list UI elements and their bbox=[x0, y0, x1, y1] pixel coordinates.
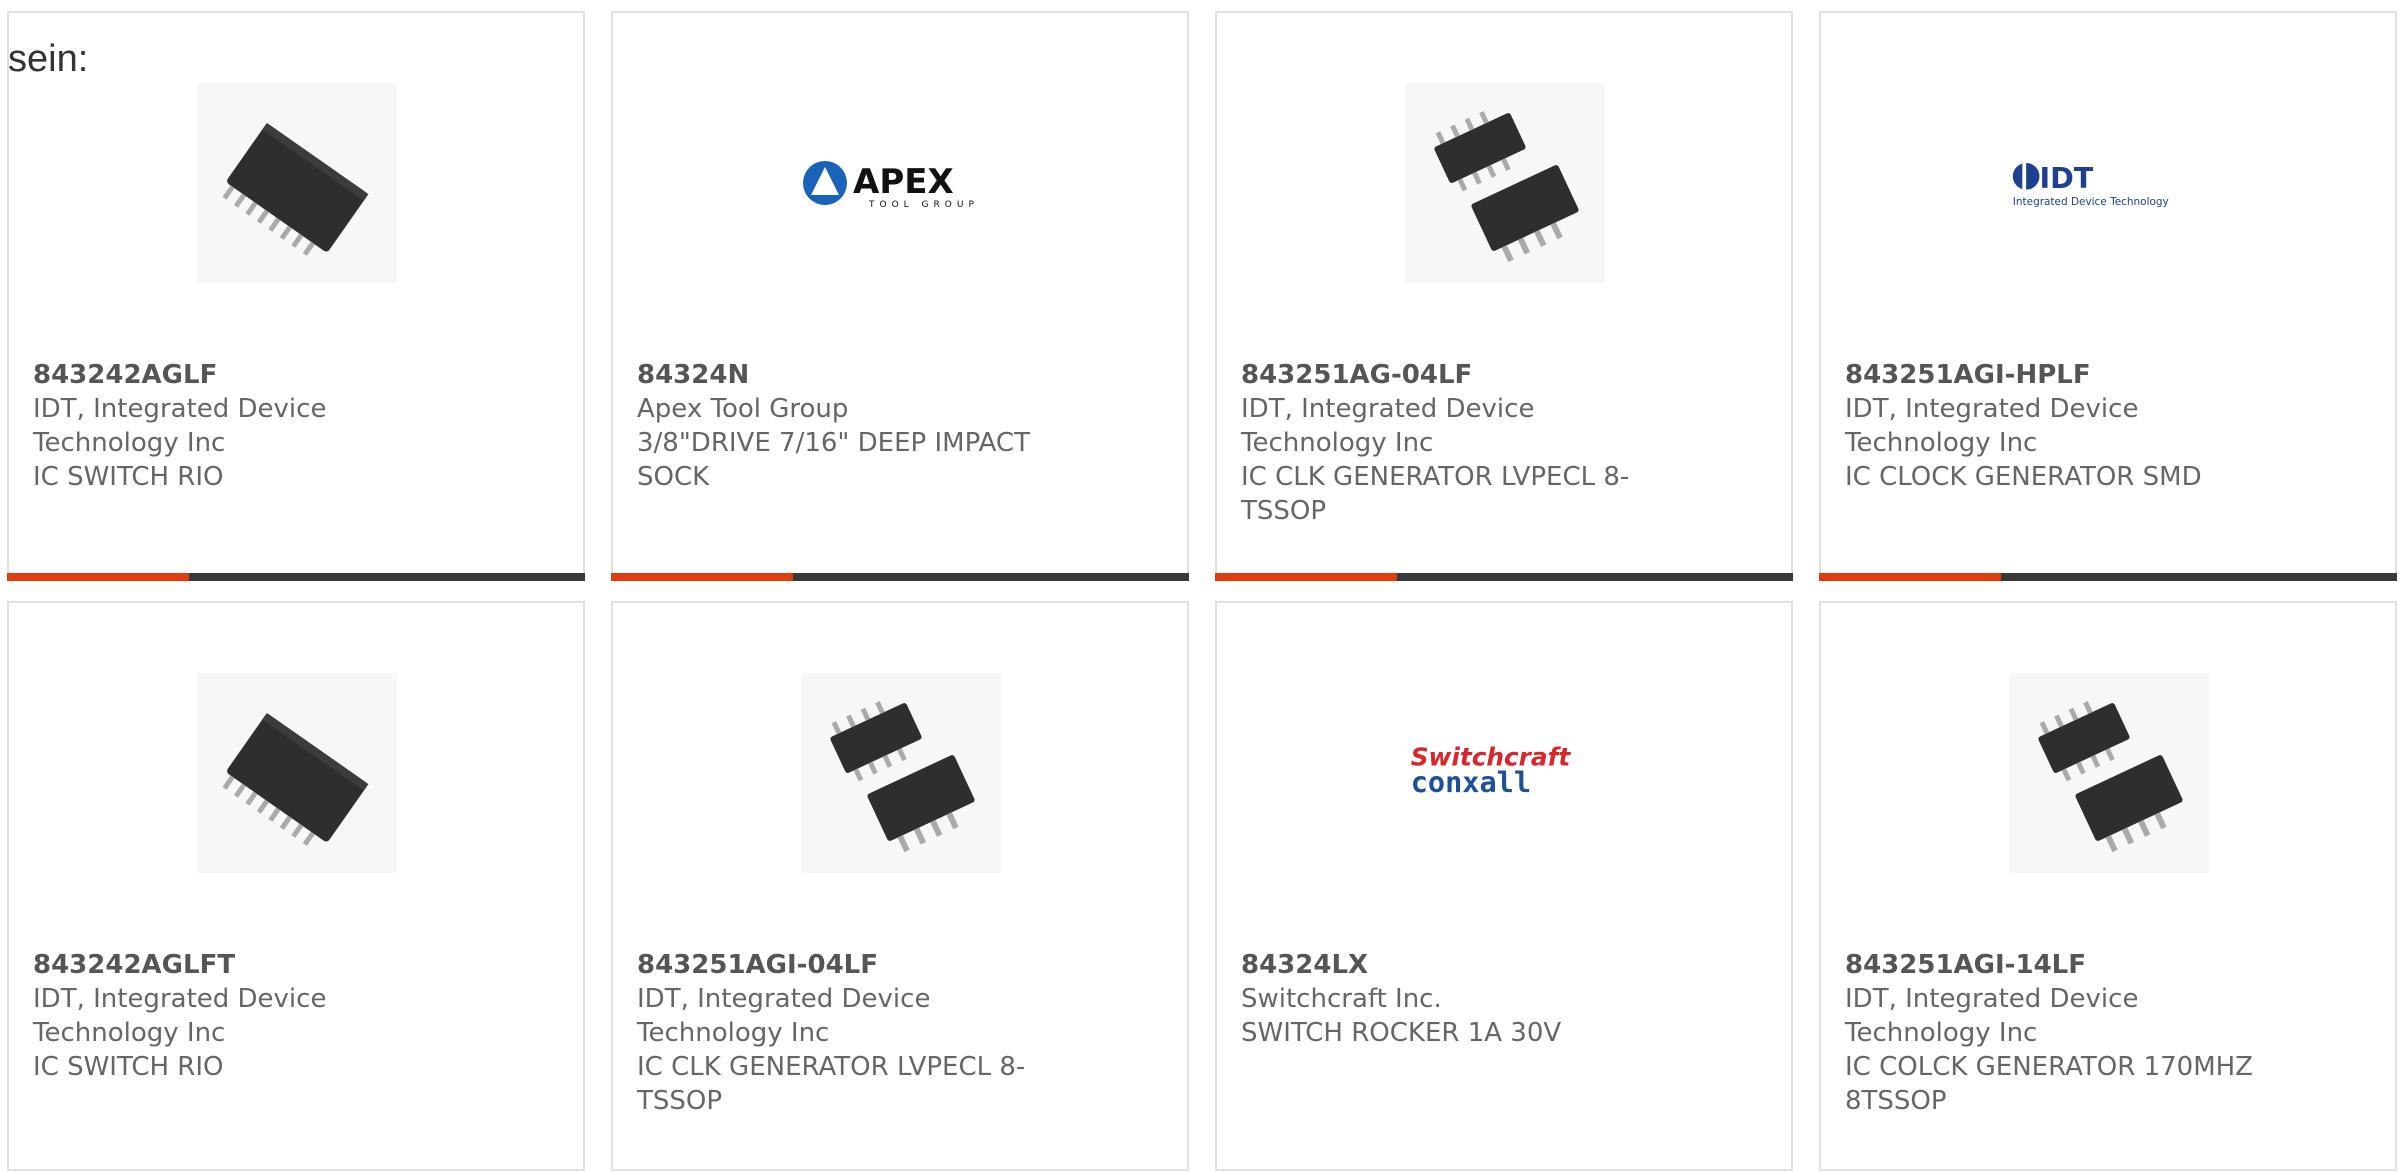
manufacturer-name: IDT, Integrated Device Technology Inc bbox=[1845, 984, 2139, 1048]
card-bottom-bar bbox=[611, 573, 1189, 581]
card-accent-bar bbox=[1215, 573, 1397, 581]
card-accent-bar bbox=[1819, 573, 2001, 581]
product-description: IC SWITCH RIO bbox=[33, 462, 224, 492]
part-number-link[interactable]: 843251AGI-04LF bbox=[637, 948, 1077, 982]
product-info: 843242AGLF IDT, Integrated Device Techno… bbox=[33, 358, 473, 494]
product-card[interactable]: 843251AGI-14LF IDT, Integrated Device Te… bbox=[1819, 601, 2397, 1171]
manufacturer-name: IDT, Integrated Device Technology Inc bbox=[637, 984, 931, 1048]
manufacturer-name: IDT, Integrated Device Technology Inc bbox=[33, 394, 327, 458]
product-description: IC CLK GENERATOR LVPECL 8-TSSOP bbox=[637, 1052, 1026, 1116]
logo-text: IDT bbox=[2039, 161, 2093, 195]
product-description: 3/8"DRIVE 7/16" DEEP IMPACT SOCK bbox=[637, 428, 1030, 492]
chip-tssop16-image[interactable] bbox=[197, 673, 397, 873]
part-number-link[interactable]: 843251AGI-HPLF bbox=[1845, 358, 2285, 392]
chip-tssop8-image[interactable] bbox=[2009, 673, 2209, 873]
logo-subtext: TOOL GROUP bbox=[868, 200, 979, 210]
prefix-label: sein: bbox=[8, 38, 89, 80]
card-bottom-bar bbox=[7, 573, 585, 581]
part-number-link[interactable]: 843251AG-04LF bbox=[1241, 358, 1681, 392]
product-description: IC CLK GENERATOR LVPECL 8-TSSOP bbox=[1241, 462, 1630, 526]
product-info: 843251AGI-04LF IDT, Integrated Device Te… bbox=[637, 948, 1077, 1118]
manufacturer-name: IDT, Integrated Device Technology Inc bbox=[33, 984, 327, 1048]
chip-tssop8-image[interactable] bbox=[1405, 83, 1605, 283]
product-info: 843251AGI-14LF IDT, Integrated Device Te… bbox=[1845, 948, 2285, 1118]
manufacturer-name: Apex Tool Group bbox=[637, 394, 849, 424]
product-info: 843251AG-04LF IDT, Integrated Device Tec… bbox=[1241, 358, 1681, 528]
card-bottom-bar bbox=[1819, 573, 2397, 581]
switchcraft-logo[interactable]: Switchcraft conxall bbox=[1405, 673, 1605, 873]
manufacturer-name: Switchcraft Inc. bbox=[1241, 984, 1442, 1014]
card-accent-bar bbox=[611, 573, 793, 581]
manufacturer-name: IDT, Integrated Device Technology Inc bbox=[1241, 394, 1535, 458]
product-info: 84324LX Switchcraft Inc. SWITCH ROCKER 1… bbox=[1241, 948, 1681, 1050]
product-description: SWITCH ROCKER 1A 30V bbox=[1241, 1018, 1562, 1048]
idt-logo[interactable]: IDT Integrated Device Technology bbox=[2009, 83, 2209, 283]
chip-tssop8-image[interactable] bbox=[801, 673, 1001, 873]
logo-subtext: conxall bbox=[1411, 765, 1531, 799]
card-accent-bar bbox=[7, 573, 189, 581]
part-number-link[interactable]: 84324LX bbox=[1241, 948, 1681, 982]
product-info: 843251AGI-HPLF IDT, Integrated Device Te… bbox=[1845, 358, 2285, 494]
product-card[interactable]: 843242AGLF IDT, Integrated Device Techno… bbox=[7, 11, 585, 581]
part-number-link[interactable]: 843242AGLF bbox=[33, 358, 473, 392]
part-number-link[interactable]: 84324N bbox=[637, 358, 1077, 392]
part-number-link[interactable]: 843242AGLFT bbox=[33, 948, 473, 982]
product-card[interactable]: 843242AGLFT IDT, Integrated Device Techn… bbox=[7, 601, 585, 1171]
product-card[interactable]: 843251AGI-04LF IDT, Integrated Device Te… bbox=[611, 601, 1189, 1171]
product-description: IC COLCK GENERATOR 170MHZ 8TSSOP bbox=[1845, 1052, 2253, 1116]
product-info: 843242AGLFT IDT, Integrated Device Techn… bbox=[33, 948, 473, 1084]
part-number-link[interactable]: 843251AGI-14LF bbox=[1845, 948, 2285, 982]
card-bottom-bar bbox=[1215, 573, 1793, 581]
product-card[interactable]: Switchcraft conxall 84324LX Switchcraft … bbox=[1215, 601, 1793, 1171]
chip-tssop16-image[interactable] bbox=[197, 83, 397, 283]
apex-logo[interactable]: APEX TOOL GROUP bbox=[801, 83, 1001, 283]
product-description: IC CLOCK GENERATOR SMD bbox=[1845, 462, 2202, 492]
logo-text: APEX bbox=[853, 162, 954, 202]
product-grid: 843242AGLF IDT, Integrated Device Techno… bbox=[7, 11, 2400, 1172]
manufacturer-name: IDT, Integrated Device Technology Inc bbox=[1845, 394, 2139, 458]
logo-subtext: Integrated Device Technology bbox=[2013, 196, 2169, 208]
product-card[interactable]: 843251AG-04LF IDT, Integrated Device Tec… bbox=[1215, 11, 1793, 581]
product-card[interactable]: IDT Integrated Device Technology 843251A… bbox=[1819, 11, 2397, 581]
product-info: 84324N Apex Tool Group 3/8"DRIVE 7/16" D… bbox=[637, 358, 1077, 494]
product-description: IC SWITCH RIO bbox=[33, 1052, 224, 1082]
product-card[interactable]: APEX TOOL GROUP 84324N Apex Tool Group 3… bbox=[611, 11, 1189, 581]
